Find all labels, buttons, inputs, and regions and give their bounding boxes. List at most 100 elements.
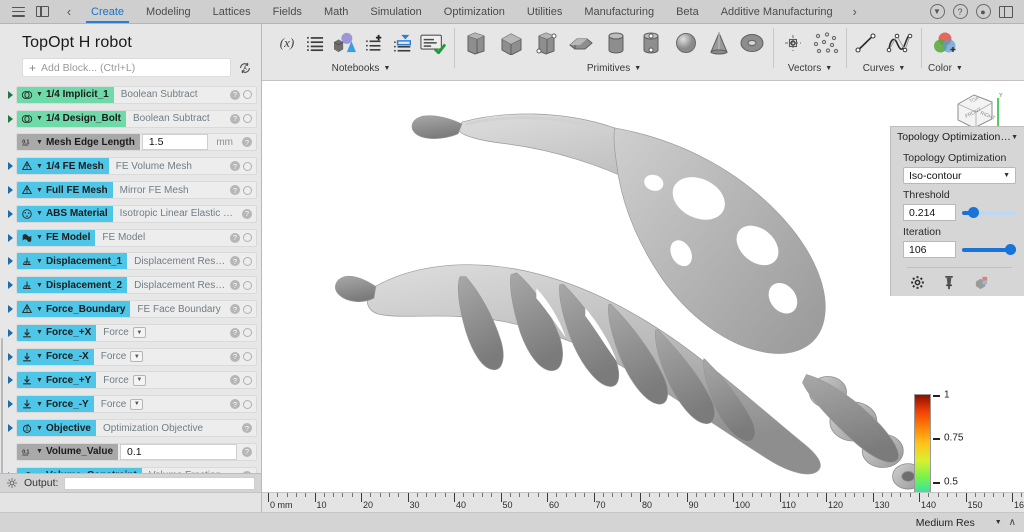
status-circle-icon[interactable] — [243, 352, 252, 361]
expand-triangle-icon[interactable] — [5, 305, 16, 313]
chevron-down-icon[interactable]: ▼ — [36, 258, 43, 265]
block-name-tag[interactable]: ▼Volume_Constraint — [17, 467, 142, 473]
block-name-tag[interactable]: 0.1▼Mesh Edge Length — [17, 133, 140, 151]
chevron-down-icon[interactable]: ▼ — [130, 351, 143, 362]
expand-triangle-icon[interactable] — [5, 400, 16, 408]
help-icon[interactable]: ? — [230, 328, 240, 338]
status-circle-icon[interactable] — [243, 162, 252, 171]
cone-icon[interactable] — [704, 26, 734, 60]
chevron-down-icon[interactable]: ▼ — [36, 115, 43, 122]
line-icon[interactable] — [851, 28, 881, 58]
layers-icon[interactable] — [973, 274, 989, 290]
block-name-tag[interactable]: ▼Displacement_1 — [17, 252, 127, 270]
expand-triangle-icon[interactable] — [5, 257, 16, 265]
chevron-down-icon[interactable]: ▼ — [36, 234, 43, 241]
sphere-icon[interactable] — [669, 26, 703, 60]
help-icon[interactable]: ? — [230, 256, 240, 266]
tab-optimization[interactable]: Optimization — [433, 0, 516, 23]
chevron-down-icon[interactable]: ▼ — [36, 353, 43, 360]
expand-triangle-icon[interactable] — [5, 472, 16, 473]
panel-collapse-chevron-icon[interactable]: ▼ — [1011, 134, 1018, 141]
vector-point-icon[interactable] — [778, 28, 808, 58]
help-icon[interactable]: ? — [230, 352, 240, 362]
block-row[interactable]: ▼Force_+XForce▼? — [0, 321, 261, 345]
tabs-scroll-left-icon[interactable]: ‹ — [58, 0, 80, 23]
block-name-tag[interactable]: ▼Full FE Mesh — [17, 181, 113, 199]
torus-icon[interactable] — [735, 26, 769, 60]
tabs-scroll-right-icon[interactable]: › — [844, 0, 866, 23]
color-group-dropdown[interactable]: Color ▼ — [928, 63, 963, 74]
list-icon[interactable] — [302, 28, 328, 58]
expand-triangle-icon[interactable] — [5, 115, 16, 123]
chevron-down-icon[interactable]: ▼ — [36, 306, 43, 313]
block-name-tag[interactable]: ▼1/4 Design_Bolt — [17, 110, 126, 128]
tab-additive-manufacturing[interactable]: Additive Manufacturing — [710, 0, 844, 23]
help-icon[interactable]: ? — [230, 161, 240, 171]
block-name-tag[interactable]: ▼1/4 FE Mesh — [17, 157, 109, 175]
status-circle-icon[interactable] — [243, 400, 252, 409]
block-row[interactable]: ▼Force_-XForce▼? — [0, 345, 261, 369]
download-icon[interactable]: ▼ — [927, 2, 947, 22]
help-icon[interactable]: ? — [230, 90, 240, 100]
expand-triangle-icon[interactable] — [5, 353, 16, 361]
block-row[interactable]: ▼Displacement_1Displacement Restraint▼? — [0, 250, 261, 274]
block-row[interactable]: ▼ABS MaterialIsotropic Linear Elastic Pr… — [0, 202, 261, 226]
threshold-slider[interactable] — [962, 206, 1016, 220]
expand-triangle-icon[interactable] — [5, 91, 16, 99]
point-cloud-icon[interactable] — [810, 28, 842, 58]
tab-fields[interactable]: Fields — [262, 0, 313, 23]
rounded-box-icon[interactable] — [529, 26, 563, 60]
cube-icon[interactable] — [494, 26, 528, 60]
sync-icon[interactable]: A — [237, 60, 253, 76]
gear-icon[interactable] — [909, 274, 925, 290]
chevron-down-icon[interactable]: ▼ — [133, 327, 146, 338]
add-block-input[interactable]: + Add Block... (Ctrl+L) — [22, 58, 231, 77]
block-name-tag[interactable]: ▼Force_+X — [17, 324, 96, 342]
block-name-tag[interactable]: ▼Force_-Y — [17, 395, 94, 413]
cylinder-icon[interactable] — [599, 26, 633, 60]
help-icon[interactable]: ? — [950, 2, 970, 22]
chevron-down-icon[interactable]: ▼ — [133, 375, 146, 386]
filter-list-icon[interactable] — [390, 28, 416, 58]
objects-icon[interactable] — [330, 28, 360, 58]
block-name-tag[interactable]: ▼Force_Boundary — [17, 300, 130, 318]
validate-note-icon[interactable] — [418, 28, 448, 58]
block-name-tag[interactable]: ▼ABS Material — [17, 205, 113, 223]
horizontal-ruler[interactable]: 0 mm102030405060708090100110120130140150… — [262, 492, 1024, 512]
status-circle-icon[interactable] — [243, 305, 252, 314]
status-circle-icon[interactable] — [243, 90, 252, 99]
tab-create[interactable]: Create — [80, 0, 135, 23]
expand-triangle-icon[interactable] — [5, 186, 16, 194]
block-row[interactable]: ▼Force_-YForce▼? — [0, 392, 261, 416]
help-icon[interactable]: ? — [230, 399, 240, 409]
chevron-down-icon[interactable]: ▼ — [36, 329, 43, 336]
threshold-input[interactable]: 0.214 — [903, 204, 956, 221]
chevron-down-icon[interactable]: ▼ — [36, 472, 43, 473]
block-name-tag[interactable]: ▼Objective — [17, 419, 96, 437]
expand-triangle-icon[interactable] — [5, 424, 16, 432]
chevron-down-icon[interactable]: ▼ — [36, 163, 43, 170]
block-name-tag[interactable]: ▼Force_+Y — [17, 371, 96, 389]
add-list-icon[interactable] — [362, 28, 388, 58]
block-value-input[interactable]: 0.1 — [120, 444, 237, 460]
block-row[interactable]: ▼ObjectiveOptimization Objective? — [0, 416, 261, 440]
3d-viewport[interactable]: FRONT RIGHT TOP Y Topology Optimization … — [262, 81, 1024, 492]
status-circle-icon[interactable] — [243, 186, 252, 195]
curves-group-dropdown[interactable]: Curves ▼ — [863, 63, 906, 74]
tab-simulation[interactable]: Simulation — [359, 0, 432, 23]
block-name-tag[interactable]: ▼Force_-X — [17, 348, 94, 366]
tab-beta[interactable]: Beta — [665, 0, 710, 23]
status-circle-icon[interactable] — [243, 281, 252, 290]
status-circle-icon[interactable] — [243, 257, 252, 266]
output-field[interactable] — [64, 477, 255, 490]
help-icon[interactable]: ? — [230, 233, 240, 243]
split-panel-icon[interactable] — [32, 2, 52, 22]
expand-triangle-icon[interactable] — [5, 376, 16, 384]
panel-header[interactable]: Topology Optimization Res... ▼ — [891, 127, 1024, 147]
block-row[interactable]: ▼FE ModelFE Model? — [0, 226, 261, 250]
iteration-input[interactable]: 106 — [903, 241, 956, 258]
primitives-group-dropdown[interactable]: Primitives ▼ — [587, 63, 641, 74]
block-row[interactable]: ▼Full FE MeshMirror FE Mesh? — [0, 178, 261, 202]
block-name-tag[interactable]: ▼Displacement_2 — [17, 276, 127, 294]
help-icon[interactable]: ? — [230, 114, 240, 124]
